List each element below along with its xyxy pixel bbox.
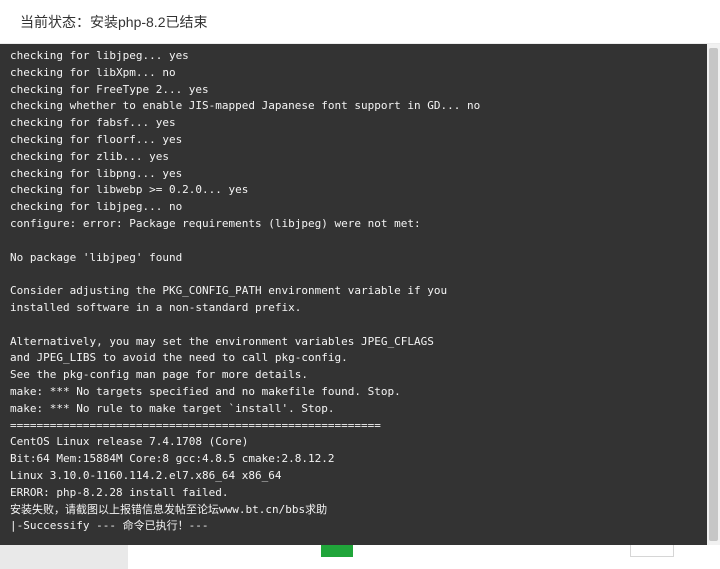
terminal-line: checking for floorf... yes (10, 132, 183, 146)
terminal-line: checking for libwebp >= 0.2.0... yes (10, 183, 249, 197)
install-status-dialog: 当前状态：安装php-8.2已结束 checking for libjpeg..… (0, 0, 720, 569)
terminal-line: checking for zlib... yes (10, 149, 169, 163)
terminal-line: checking for libjpeg... yes (10, 49, 189, 62)
terminal-line: ========================================… (10, 418, 381, 432)
background-pager-input (630, 545, 674, 557)
terminal-output[interactable]: checking for libjpeg... yes checking for… (0, 44, 707, 545)
terminal-line: 安装失败，请截图以上报错信息发帖至论坛www.bt.cn/bbs求助 (10, 502, 328, 516)
terminal-line: checking whether to enable JIS-mapped Ja… (10, 99, 481, 113)
terminal-line: and JPEG_LIBS to avoid the need to call … (10, 351, 348, 365)
terminal-line: checking for fabsf... yes (10, 116, 176, 130)
terminal-line: make: *** No rule to make target `instal… (10, 401, 335, 415)
dialog-title: 当前状态：安装php-8.2已结束 (20, 14, 208, 30)
background-panel (0, 545, 128, 569)
terminal-line: Alternatively, you may set the environme… (10, 334, 434, 348)
terminal-scrollbar-thumb[interactable] (709, 48, 718, 541)
terminal-line: |-Successify --- 命令已执行！--- (10, 519, 209, 533)
background-page-strip (0, 545, 720, 569)
dialog-header: 当前状态：安装php-8.2已结束 (0, 0, 720, 44)
terminal-line: ERROR: php-8.2.28 install failed. (10, 485, 229, 499)
terminal-line: checking for FreeType 2... yes (10, 82, 209, 96)
terminal-line: Bit:64 Mem:15884M Core:8 gcc:4.8.5 cmake… (10, 452, 335, 466)
terminal-line: Linux 3.10.0-1160.114.2.el7.x86_64 x86_6… (10, 468, 282, 482)
terminal-line: See the pkg-config man page for more det… (10, 368, 309, 382)
terminal-line: make: *** No targets specified and no ma… (10, 384, 401, 398)
background-pager-active (321, 545, 353, 557)
terminal-line: checking for libXpm... no (10, 65, 176, 79)
terminal-line: Consider adjusting the PKG_CONFIG_PATH e… (10, 284, 448, 298)
terminal-line: installed software in a non-standard pre… (10, 300, 302, 314)
terminal-line: checking for libpng... yes (10, 166, 183, 180)
terminal-line: configure: error: Package requirements (… (10, 216, 421, 230)
terminal-line: checking for libjpeg... no (10, 200, 183, 214)
terminal-line: No package 'libjpeg' found (10, 250, 183, 264)
terminal-line: CentOS Linux release 7.4.1708 (Core) (10, 435, 249, 449)
